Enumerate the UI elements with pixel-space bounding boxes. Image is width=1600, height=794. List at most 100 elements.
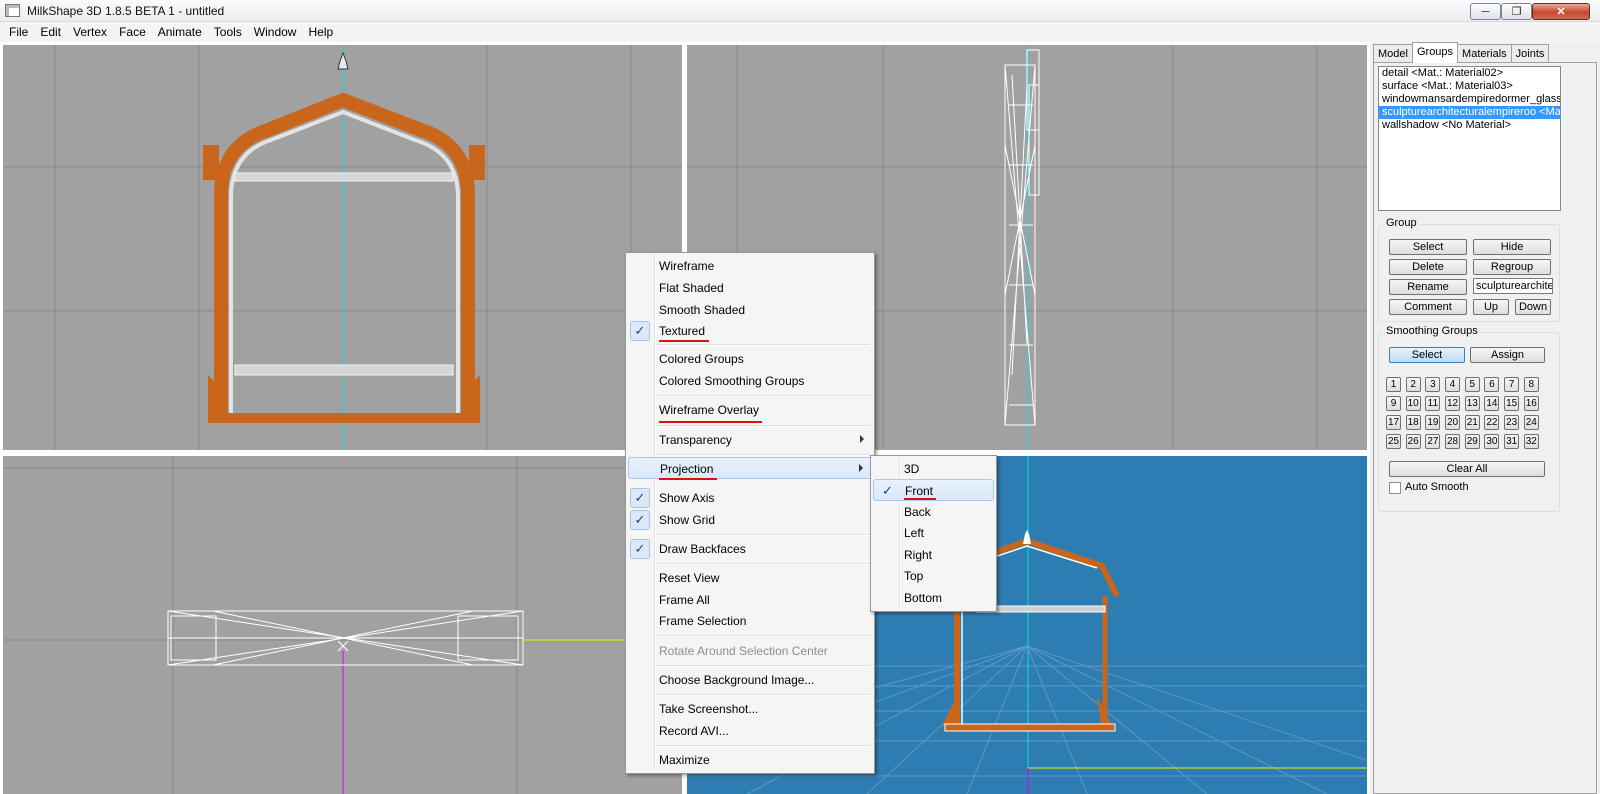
smoothing-group-button[interactable]: 19	[1425, 415, 1441, 430]
list-item[interactable]: wallshadow <No Material>	[1379, 119, 1560, 132]
smoothing-group-button[interactable]: 18	[1405, 415, 1421, 430]
smoothing-group-button[interactable]: 25	[1386, 434, 1401, 449]
menu-record-avi[interactable]: Record AVI...	[628, 720, 872, 742]
tab-joints[interactable]: Joints	[1510, 44, 1550, 63]
group-regroup-button[interactable]: Regroup	[1473, 259, 1551, 275]
smoothing-group-button[interactable]: 12	[1445, 396, 1461, 411]
smoothing-group-button[interactable]: 26	[1405, 434, 1421, 449]
menu-wireframe-overlay[interactable]: Wireframe Overlay	[628, 399, 872, 421]
smoothing-group-button[interactable]: 14	[1484, 396, 1500, 411]
menu-smooth-shaded[interactable]: Smooth Shaded	[628, 299, 872, 321]
menu-choose-background-image[interactable]: Choose Background Image...	[628, 669, 872, 691]
menu-wireframe[interactable]: Wireframe	[628, 255, 872, 277]
menu-vertex[interactable]: Vertex	[67, 25, 113, 39]
smoothing-group-button[interactable]: 17	[1386, 415, 1401, 430]
menu-colored-groups[interactable]: Colored Groups	[628, 348, 872, 370]
menu-transparency[interactable]: Transparency	[628, 429, 872, 451]
menu-textured[interactable]: ✓ Textured	[628, 320, 872, 342]
smoothing-group-button[interactable]: 16	[1523, 396, 1539, 411]
menu-maximize[interactable]: Maximize	[628, 749, 872, 771]
group-hide-button[interactable]: Hide	[1473, 239, 1551, 255]
tab-model[interactable]: Model	[1373, 44, 1413, 63]
projection-submenu: 3D ✓ Front Back Left Right Top Bottom	[870, 455, 997, 612]
smoothing-group-button[interactable]: 7	[1504, 377, 1520, 392]
panel-tabs: Model Groups Materials Joints	[1373, 42, 1550, 63]
smoothing-group-button[interactable]: 11	[1425, 396, 1441, 411]
smoothing-group-button[interactable]: 6	[1484, 377, 1500, 392]
menu-draw-backfaces[interactable]: ✓ Draw Backfaces	[628, 538, 872, 560]
list-item[interactable]: windowmansardempiredormer_glass <N	[1379, 93, 1560, 106]
group-list[interactable]: detail <Mat.: Material02> surface <Mat.:…	[1378, 66, 1561, 211]
smoothing-group-button[interactable]: 9	[1386, 396, 1401, 411]
smoothing-group-button[interactable]: 31	[1504, 434, 1520, 449]
menu-file[interactable]: File	[3, 25, 34, 39]
close-button[interactable]: ✕	[1532, 3, 1590, 20]
minimize-button[interactable]: ─	[1470, 3, 1501, 20]
projection-bottom[interactable]: Bottom	[873, 587, 994, 609]
smoothing-select-button[interactable]: Select	[1389, 347, 1465, 363]
smoothing-group-button[interactable]: 24	[1523, 415, 1539, 430]
smoothing-group-button[interactable]: 22	[1484, 415, 1500, 430]
menu-face[interactable]: Face	[113, 25, 152, 39]
smoothing-group-button[interactable]: 29	[1464, 434, 1480, 449]
smoothing-group-button[interactable]: 23	[1504, 415, 1520, 430]
smoothing-group-button[interactable]: 21	[1464, 415, 1480, 430]
groups-tab-body: detail <Mat.: Material02> surface <Mat.:…	[1373, 62, 1597, 794]
group-down-button[interactable]: Down	[1515, 299, 1551, 315]
smoothing-group-button[interactable]: 3	[1425, 377, 1441, 392]
auto-smooth-checkbox[interactable]	[1389, 482, 1401, 494]
tab-groups[interactable]: Groups	[1411, 42, 1459, 63]
projection-right[interactable]: Right	[873, 544, 994, 566]
group-delete-button[interactable]: Delete	[1389, 259, 1467, 275]
smoothing-group-button[interactable]: 27	[1425, 434, 1441, 449]
menu-tools[interactable]: Tools	[208, 25, 248, 39]
group-up-button[interactable]: Up	[1473, 299, 1509, 315]
list-item-selected[interactable]: sculpturearchitecturalempireroo <Mat..	[1379, 106, 1560, 119]
smoothing-group-button[interactable]: 4	[1445, 377, 1461, 392]
smoothing-group-button[interactable]: 20	[1445, 415, 1461, 430]
menu-frame-selection[interactable]: Frame Selection	[628, 610, 872, 632]
smoothing-group-button[interactable]: 30	[1484, 434, 1500, 449]
menu-reset-view[interactable]: Reset View	[628, 567, 872, 589]
menu-projection[interactable]: Projection	[628, 457, 872, 479]
clear-all-button[interactable]: Clear All	[1389, 461, 1545, 477]
smoothing-group-button[interactable]: 13	[1464, 396, 1480, 411]
title-bar: MilkShape 3D 1.8.5 BETA 1 - untitled ─ ❐…	[0, 0, 1600, 22]
smoothing-group-button[interactable]: 1	[1386, 377, 1401, 392]
group-comment-button[interactable]: Comment	[1389, 299, 1467, 315]
list-item[interactable]: detail <Mat.: Material02>	[1379, 67, 1560, 80]
projection-3d[interactable]: 3D	[873, 458, 994, 480]
checkmark-icon: ✓	[630, 321, 650, 341]
smoothing-group-button[interactable]: 10	[1405, 396, 1421, 411]
menu-frame-all[interactable]: Frame All	[628, 589, 872, 611]
maximize-button[interactable]: ❐	[1501, 3, 1532, 20]
smoothing-group-button[interactable]: 28	[1445, 434, 1461, 449]
menu-take-screenshot[interactable]: Take Screenshot...	[628, 698, 872, 720]
annotation-underline	[659, 478, 717, 480]
menu-show-axis[interactable]: ✓ Show Axis	[628, 487, 872, 509]
menu-show-grid[interactable]: ✓ Show Grid	[628, 509, 872, 531]
projection-back[interactable]: Back	[873, 501, 994, 523]
projection-top[interactable]: Top	[873, 565, 994, 587]
group-rename-button[interactable]: Rename	[1389, 279, 1467, 295]
smoothing-group-button[interactable]: 15	[1504, 396, 1520, 411]
smoothing-assign-button[interactable]: Assign	[1470, 347, 1545, 363]
menu-help[interactable]: Help	[302, 25, 339, 39]
group-name-input[interactable]: sculpturearchite	[1473, 278, 1553, 294]
top-viewport[interactable]	[3, 456, 682, 794]
projection-left[interactable]: Left	[873, 522, 994, 544]
front-viewport[interactable]	[3, 45, 682, 450]
smoothing-group-button[interactable]: 5	[1464, 377, 1480, 392]
menu-edit[interactable]: Edit	[34, 25, 67, 39]
smoothing-group-button[interactable]: 32	[1523, 434, 1539, 449]
list-item[interactable]: surface <Mat.: Material03>	[1379, 80, 1560, 93]
menu-animate[interactable]: Animate	[152, 25, 208, 39]
smoothing-group-button[interactable]: 2	[1405, 377, 1421, 392]
view-context-menu: Wireframe Flat Shaded Smooth Shaded ✓ Tex…	[625, 252, 875, 774]
menu-colored-smoothing-groups[interactable]: Colored Smoothing Groups	[628, 370, 872, 392]
menu-window[interactable]: Window	[248, 25, 303, 39]
menu-flat-shaded[interactable]: Flat Shaded	[628, 277, 872, 299]
tab-materials[interactable]: Materials	[1457, 44, 1512, 63]
smoothing-group-button[interactable]: 8	[1523, 377, 1539, 392]
group-select-button[interactable]: Select	[1389, 239, 1467, 255]
